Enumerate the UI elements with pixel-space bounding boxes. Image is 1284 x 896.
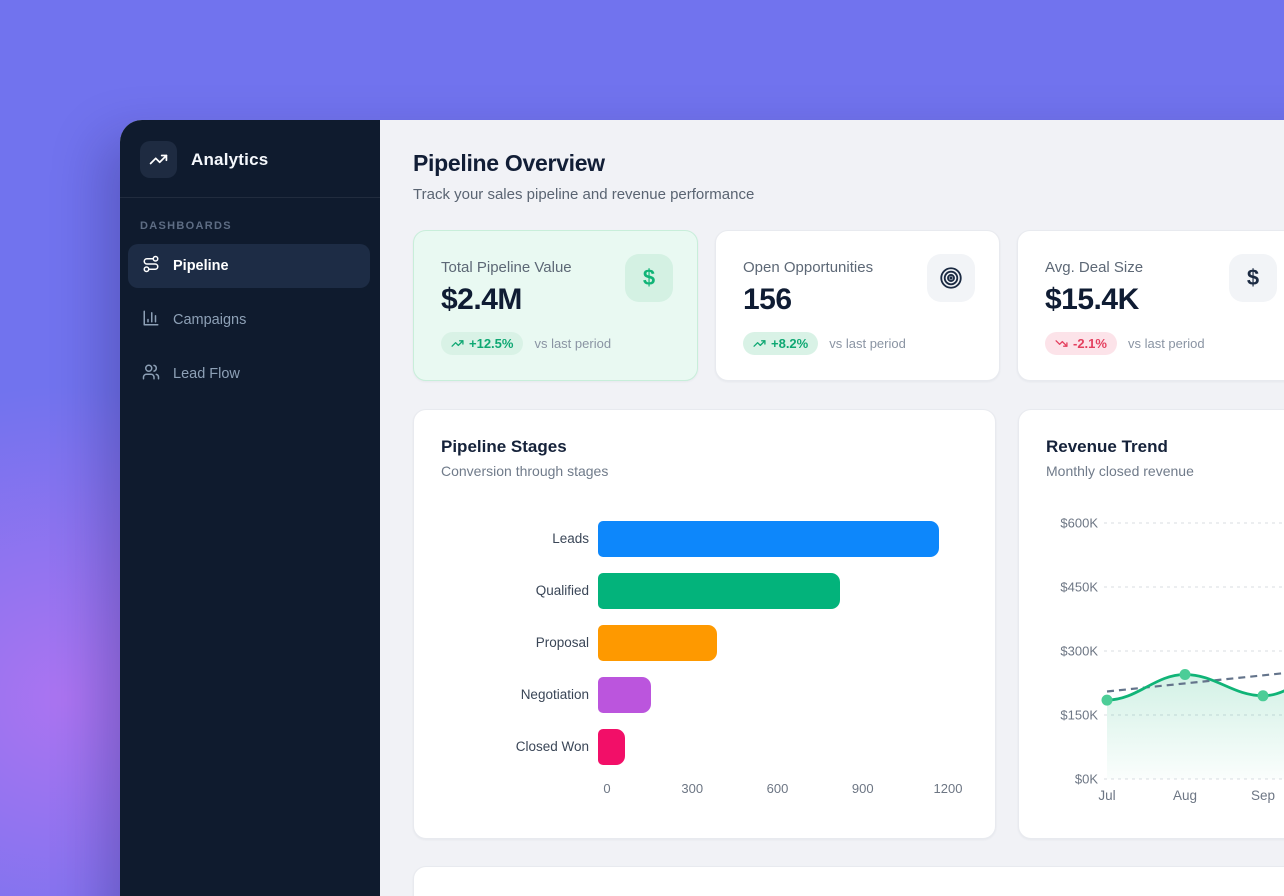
kpi-delta-row: +12.5% vs last period [441, 332, 670, 355]
bar-label: Negotiation [441, 687, 598, 703]
target-icon [927, 254, 975, 302]
bar-row: Leads [441, 521, 968, 557]
axis-tick: 600 [767, 781, 789, 796]
bar-label: Qualified [441, 583, 598, 599]
sidebar-item-label: Pipeline [173, 258, 229, 274]
bar-row: Qualified [441, 573, 968, 609]
bar-label: Closed Won [441, 739, 598, 755]
trending-up-icon [140, 141, 177, 178]
bar-row: Negotiation [441, 677, 968, 713]
y-axis-label: $450K [1060, 580, 1098, 595]
kpi-comparison: vs last period [534, 336, 611, 351]
delta-badge: +8.2% [743, 332, 818, 355]
chart-title: Revenue Trend [1046, 437, 1284, 457]
bar-track [598, 521, 939, 557]
delta-value: +12.5% [469, 336, 513, 351]
y-axis-label: $300K [1060, 644, 1098, 659]
charts-row: Pipeline Stages Conversion through stage… [413, 409, 1284, 839]
delta-value: +8.2% [771, 336, 808, 351]
bar-track [598, 677, 939, 713]
dollar-icon: $ [1229, 254, 1277, 302]
trending-up-icon [451, 337, 464, 350]
brand: Analytics [120, 120, 380, 198]
bar-label: Leads [441, 531, 598, 547]
axis-tick: 300 [681, 781, 703, 796]
bar [598, 677, 651, 713]
x-axis-label: Sep [1251, 788, 1275, 803]
dollar-glyph: $ [1247, 265, 1259, 291]
bar-label: Proposal [441, 635, 598, 651]
delta-badge: +12.5% [441, 332, 523, 355]
x-axis-label: Aug [1173, 788, 1197, 803]
sidebar-item-campaigns[interactable]: Campaigns [128, 298, 370, 342]
chart-subtitle: Monthly closed revenue [1046, 463, 1284, 479]
bar-row: Proposal [441, 625, 968, 661]
bar [598, 625, 717, 661]
trending-down-icon [1055, 337, 1068, 350]
bar [598, 573, 840, 609]
chart-subtitle: Conversion through stages [441, 463, 968, 479]
delta-badge: -2.1% [1045, 332, 1117, 355]
users-icon [142, 363, 160, 385]
route-icon [142, 255, 160, 277]
page-subtitle: Track your sales pipeline and revenue pe… [413, 186, 1284, 203]
main-content: Pipeline Overview Track your sales pipel… [380, 120, 1284, 896]
sidebar-item-pipeline[interactable]: Pipeline [128, 244, 370, 288]
kpi-row: Total Pipeline Value $2.4M $ +12.5% vs l… [413, 230, 1284, 381]
chart-title: Pipeline Stages [441, 437, 968, 457]
bar-chart-icon [142, 309, 160, 331]
y-axis-label: $600K [1060, 516, 1098, 531]
pipeline-stages-card: Pipeline Stages Conversion through stage… [413, 409, 996, 839]
kpi-comparison: vs last period [829, 336, 906, 351]
bar [598, 729, 625, 765]
sidebar-item-label: Campaigns [173, 312, 246, 328]
bottom-card-partial [413, 866, 1284, 896]
revenue-trend-chart: $600K $450K $300K $150K $0K Jul Aug Sep [1046, 503, 1284, 818]
data-point [1258, 690, 1269, 701]
bar-track [598, 625, 939, 661]
dollar-glyph: $ [643, 265, 655, 291]
app-title: Analytics [191, 150, 268, 170]
bar-track [598, 729, 939, 765]
pipeline-stages-bars: Leads Qualified Proposal Negotiation Closed … [441, 521, 968, 765]
kpi-comparison: vs last period [1128, 336, 1205, 351]
delta-value: -2.1% [1073, 336, 1107, 351]
bar-track [598, 573, 939, 609]
bar-row: Closed Won [441, 729, 968, 765]
sidebar-section-label: DASHBOARDS [140, 220, 360, 232]
pipeline-stages-axis: 03006009001200 [607, 781, 948, 799]
kpi-delta-row: +8.2% vs last period [743, 332, 972, 355]
kpi-card-open-opportunities: Open Opportunities 156 +8.2% [715, 230, 1000, 381]
bar [598, 521, 939, 557]
axis-tick: 1200 [934, 781, 963, 796]
sidebar-nav: Pipeline Campaigns [120, 244, 380, 396]
kpi-delta-row: -2.1% vs last period [1045, 332, 1274, 355]
axis-tick: 900 [852, 781, 874, 796]
axis-tick: 0 [603, 781, 610, 796]
sidebar-item-lead-flow[interactable]: Lead Flow [128, 352, 370, 396]
y-axis-label: $0K [1075, 772, 1098, 787]
app-window: Analytics DASHBOARDS Pipeline [120, 120, 1284, 896]
sidebar-item-label: Lead Flow [173, 366, 240, 382]
sidebar: Analytics DASHBOARDS Pipeline [120, 120, 380, 896]
revenue-trend-card: Revenue Trend Monthly closed revenue $60… [1018, 409, 1284, 839]
revenue-trend-svg: $600K $450K $300K $150K $0K Jul Aug Sep [1046, 503, 1284, 813]
trending-up-icon [753, 337, 766, 350]
desktop-background: Analytics DASHBOARDS Pipeline [0, 0, 1284, 896]
page-title: Pipeline Overview [413, 150, 1284, 177]
kpi-card-total-pipeline-value: Total Pipeline Value $2.4M $ +12.5% vs l… [413, 230, 698, 381]
x-axis-label: Jul [1098, 788, 1115, 803]
y-axis-label: $150K [1060, 708, 1098, 723]
dollar-icon: $ [625, 254, 673, 302]
kpi-card-avg-deal-size: Avg. Deal Size $15.4K $ -2.1% vs last pe… [1017, 230, 1284, 381]
data-point [1102, 695, 1113, 706]
data-point [1180, 669, 1191, 680]
